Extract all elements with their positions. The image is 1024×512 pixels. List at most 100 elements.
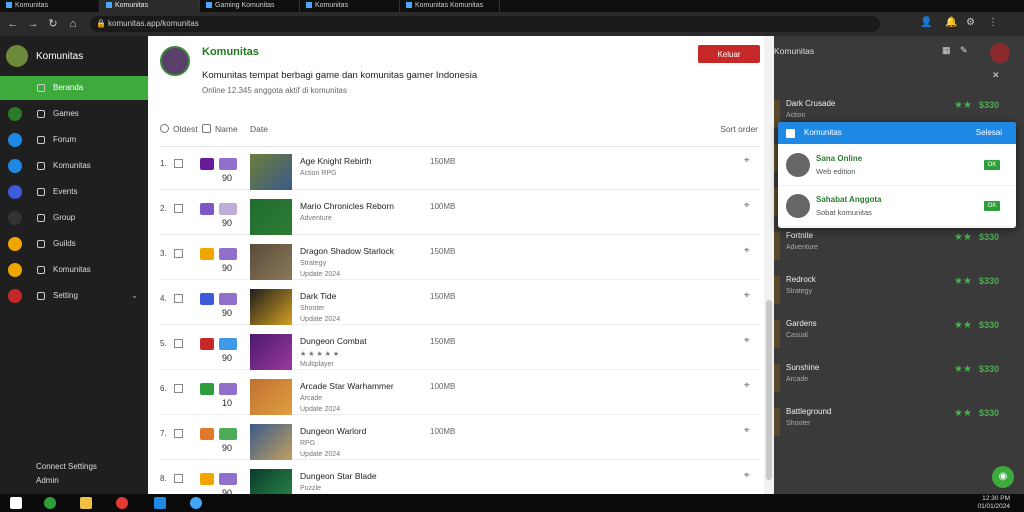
- list-item[interactable]: Sunshine Arcade ★★ $330: [774, 358, 1024, 398]
- popup-item[interactable]: Sana Online Web edition OK: [778, 146, 1016, 186]
- game-thumbnail[interactable]: [250, 154, 292, 190]
- table-row[interactable]: 3. 90 Dragon Shadow Starlock Strategy Update…: [160, 240, 760, 280]
- table-row[interactable]: 1. 90 Age Knight Rebirth Action RPG 150MB ⌖: [160, 150, 760, 190]
- close-icon[interactable]: ✕: [992, 70, 1000, 81]
- popup-done-button[interactable]: Selesai: [976, 122, 1002, 144]
- pin-icon[interactable]: ⌖: [744, 290, 750, 301]
- sidebar-item[interactable]: Forum: [0, 128, 148, 152]
- list-item[interactable]: Battleground Shooter ★★ $330: [774, 402, 1024, 442]
- pin-icon[interactable]: ⌖: [744, 200, 750, 211]
- back-icon[interactable]: ←: [6, 17, 20, 31]
- row-checkbox[interactable]: [174, 159, 183, 168]
- row-checkbox[interactable]: [174, 339, 183, 348]
- row-title[interactable]: Dungeon Combat: [300, 336, 367, 346]
- admin-link[interactable]: Admin: [36, 474, 97, 488]
- filter-date[interactable]: Date: [250, 124, 268, 134]
- game-thumbnail[interactable]: [250, 469, 292, 494]
- game-thumbnail[interactable]: [250, 289, 292, 325]
- row-title[interactable]: Dungeon Star Blade: [300, 471, 377, 481]
- row-checkbox[interactable]: [174, 249, 183, 258]
- table-row[interactable]: 8. 90 Dungeon Star Blade Puzzle ⌖: [160, 465, 760, 494]
- browser-tab[interactable]: Komunitas: [0, 0, 100, 12]
- row-checkbox[interactable]: [174, 294, 183, 303]
- game-thumbnail[interactable]: [250, 424, 292, 460]
- sort-dropdown[interactable]: Sort order: [720, 124, 758, 134]
- edge-icon[interactable]: [44, 497, 56, 509]
- row-title[interactable]: Dark Tide: [300, 291, 336, 301]
- row-title[interactable]: Dragon Shadow Starlock: [300, 246, 394, 256]
- popup-item-meta: Sobat komunitas: [816, 208, 872, 217]
- forward-icon[interactable]: →: [26, 17, 40, 31]
- pin-icon[interactable]: ⌖: [744, 335, 750, 346]
- chat-icon[interactable]: ◉: [992, 466, 1014, 488]
- browser-tab[interactable]: Komunitas: [300, 0, 400, 12]
- table-row[interactable]: 5. 90 Dungeon Combat ★ ★ ★ ★ ★ Multiplayer 15…: [160, 330, 760, 370]
- sidebar-item[interactable]: Group: [0, 206, 148, 230]
- connect-settings-link[interactable]: Connect Settings: [36, 460, 97, 474]
- game-thumbnail[interactable]: [250, 244, 292, 280]
- popup-item-name: Sana Online: [816, 154, 863, 163]
- row-checkbox[interactable]: [174, 384, 183, 393]
- filter-oldest[interactable]: Oldest: [160, 124, 198, 134]
- grid-icon[interactable]: ▦: [942, 45, 951, 56]
- chevron-down-icon[interactable]: ⌄: [131, 284, 138, 308]
- status-badge[interactable]: OK: [984, 160, 1000, 170]
- leave-button[interactable]: Keluar: [698, 45, 760, 63]
- popup-item[interactable]: Sahabat Anggota Sobat komunitas OK: [778, 187, 1016, 227]
- brand[interactable]: Komunitas: [6, 44, 83, 68]
- pin-icon[interactable]: ⌖: [744, 245, 750, 256]
- table-row[interactable]: 4. 90 Dark Tide Shooter Update 2024 150MB ⌖: [160, 285, 760, 325]
- browser-tab[interactable]: Komunitas: [100, 0, 200, 12]
- settings-icon[interactable]: ⚙: [966, 17, 975, 28]
- sidebar-item[interactable]: Guilds: [0, 232, 148, 256]
- scrollbar-thumb[interactable]: [766, 300, 772, 480]
- item-meta: Adventure: [786, 244, 818, 251]
- sidebar-item[interactable]: Setting ⌄: [0, 284, 148, 308]
- filter-name[interactable]: Name: [202, 124, 238, 134]
- list-item[interactable]: Gardens Casual ★★ $330: [774, 314, 1024, 354]
- sidebar-item[interactable]: Beranda: [0, 76, 148, 100]
- browser-tab[interactable]: Gaming Komunitas: [200, 0, 300, 12]
- pin-icon[interactable]: ⌖: [744, 380, 750, 391]
- store-icon[interactable]: [154, 497, 166, 509]
- list-item[interactable]: Fortnite Adventure ★★ $330: [774, 226, 1024, 266]
- game-thumbnail[interactable]: [250, 334, 292, 370]
- pin-icon[interactable]: ⌖: [744, 425, 750, 436]
- windows-start-icon[interactable]: [10, 497, 22, 509]
- pin-icon[interactable]: ⌖: [744, 470, 750, 481]
- row-title[interactable]: Mario Chronicles Reborn: [300, 201, 394, 211]
- menu-icon[interactable]: ⋮: [988, 17, 998, 28]
- row-meta-secondary: Update 2024: [300, 271, 341, 278]
- sidebar-item[interactable]: Events: [0, 180, 148, 204]
- pin-icon[interactable]: ⌖: [744, 155, 750, 166]
- list-item[interactable]: Redrock Strategy ★★ $330: [774, 270, 1024, 310]
- row-title[interactable]: Age Knight Rebirth: [300, 156, 371, 166]
- table-row[interactable]: 7. 90 Dungeon Warlord RPG Update 2024 100MB ⌖: [160, 420, 760, 460]
- game-thumbnail[interactable]: [250, 379, 292, 415]
- sidebar-item[interactable]: Komunitas: [0, 154, 148, 178]
- table-row[interactable]: 2. 90 Mario Chronicles Reborn Adventure 100M…: [160, 195, 760, 235]
- sidebar-item[interactable]: Games: [0, 102, 148, 126]
- sidebar-item[interactable]: Komunitas: [0, 258, 148, 282]
- avatar[interactable]: [990, 43, 1010, 63]
- item-price: $330: [979, 320, 1000, 330]
- category-icon: [200, 428, 214, 440]
- home-icon[interactable]: ⌂: [66, 17, 80, 31]
- row-title[interactable]: Arcade Star Warhammer: [300, 381, 394, 391]
- reload-icon[interactable]: ↻: [46, 17, 60, 31]
- edit-icon[interactable]: ✎: [960, 45, 968, 56]
- row-checkbox[interactable]: [174, 204, 183, 213]
- row-checkbox[interactable]: [174, 429, 183, 438]
- profile-icon[interactable]: 👤: [920, 17, 932, 28]
- chrome-icon[interactable]: [116, 497, 128, 509]
- browser-icon[interactable]: [190, 497, 202, 509]
- url-field[interactable]: 🔒 komunitas.app/komunitas: [90, 16, 880, 32]
- status-badge[interactable]: OK: [984, 201, 1000, 211]
- bell-icon[interactable]: 🔔: [945, 17, 957, 28]
- table-row[interactable]: 6. 10 Arcade Star Warhammer Arcade Update 20…: [160, 375, 760, 415]
- browser-tab[interactable]: Komunitas Komunitas: [400, 0, 500, 12]
- row-checkbox[interactable]: [174, 474, 183, 483]
- game-thumbnail[interactable]: [250, 199, 292, 235]
- row-title[interactable]: Dungeon Warlord: [300, 426, 366, 436]
- folder-icon[interactable]: [80, 497, 92, 509]
